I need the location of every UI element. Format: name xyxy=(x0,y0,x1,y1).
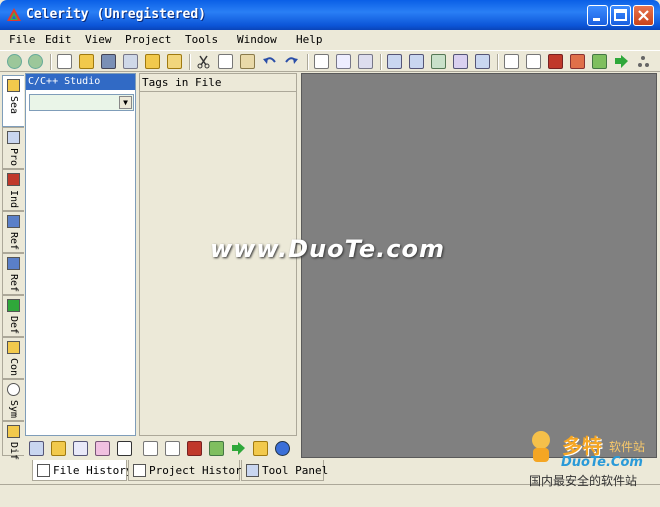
side-tab-definitions[interactable]: Def xyxy=(2,295,24,337)
back-icon[interactable] xyxy=(7,54,22,69)
tags-panel-toolbar xyxy=(139,438,297,458)
mascot-icon xyxy=(532,431,550,462)
menu-help[interactable]: Help xyxy=(296,33,323,46)
menu-project[interactable]: Project xyxy=(125,33,171,46)
go-icon[interactable] xyxy=(614,54,629,69)
menu-edit[interactable]: Edit xyxy=(45,33,72,46)
index-icon xyxy=(7,173,20,186)
paste-icon[interactable] xyxy=(240,54,255,69)
tab-tool-panel[interactable]: Tool Panel xyxy=(241,460,328,481)
close-icon xyxy=(638,10,649,21)
cut-icon[interactable] xyxy=(196,54,211,69)
side-tab-diff[interactable]: Dif xyxy=(2,421,24,460)
tag-folder-icon[interactable] xyxy=(253,441,268,456)
chevron-down-icon[interactable]: ▼ xyxy=(119,96,132,109)
definitions-icon xyxy=(7,299,20,312)
side-tab-search[interactable]: Sea xyxy=(2,75,24,127)
tool-panel-icon xyxy=(246,464,259,477)
references-icon xyxy=(7,257,20,270)
maximize-button[interactable] xyxy=(610,5,631,26)
references-icon xyxy=(7,215,20,228)
side-tab-index[interactable]: Ind xyxy=(2,169,24,211)
windows-icon[interactable] xyxy=(117,441,132,456)
project-history-icon xyxy=(133,464,146,477)
files-icon[interactable] xyxy=(73,441,88,456)
info-icon[interactable] xyxy=(275,441,290,456)
menu-bar: File Edit View Project Tools Window Help xyxy=(0,30,660,50)
tag-go-icon[interactable] xyxy=(231,441,246,456)
forward-icon[interactable] xyxy=(28,54,43,69)
magnifier-icon xyxy=(7,383,20,396)
context-icon xyxy=(7,341,20,354)
cube-icon[interactable] xyxy=(548,54,563,69)
tags-panel-header: Tags in File xyxy=(140,74,296,92)
menu-file[interactable]: File xyxy=(9,33,36,46)
search-folder-icon xyxy=(7,79,20,92)
close-button[interactable] xyxy=(633,5,654,26)
tag-symbol-icon[interactable] xyxy=(209,441,224,456)
site-logo: 多特 软件站 DuoTe.Com 国内最安全的软件站 xyxy=(525,428,655,490)
file-history-icon xyxy=(37,464,50,477)
title-bar: Celerity (Unregistered) xyxy=(0,0,660,30)
save-icon[interactable] xyxy=(101,54,116,69)
compile-icon[interactable] xyxy=(431,54,446,69)
project-combo[interactable]: ▼ xyxy=(29,94,134,111)
main-toolbar xyxy=(0,50,660,72)
build-icon[interactable] xyxy=(387,54,402,69)
project-panel-toolbar xyxy=(25,438,137,458)
menu-tools[interactable]: Tools xyxy=(185,33,218,46)
tree-icon[interactable] xyxy=(29,441,44,456)
tab-file-history[interactable]: File History xyxy=(32,460,132,481)
watermark-text: www.DuoTe.com xyxy=(210,235,445,263)
maximize-icon xyxy=(614,9,627,21)
side-tab-project[interactable]: Pro xyxy=(2,127,24,169)
class-icon[interactable] xyxy=(95,441,110,456)
side-tab-strip: Sea Pro Ind Ref Ref Def Con Sym Dif xyxy=(2,73,24,460)
side-tab-symbols[interactable]: Sym xyxy=(2,379,24,421)
dots-icon[interactable] xyxy=(636,54,651,69)
undo-icon[interactable] xyxy=(262,54,277,69)
tab-project-history[interactable]: Project History xyxy=(128,460,248,481)
diff-icon xyxy=(7,425,20,438)
new-file-icon[interactable] xyxy=(57,54,72,69)
rebuild-icon[interactable] xyxy=(409,54,424,69)
app-icon xyxy=(7,8,21,21)
new-tag-icon[interactable] xyxy=(143,441,158,456)
window-title: Celerity (Unregistered) xyxy=(26,7,207,22)
documents-icon[interactable] xyxy=(336,54,351,69)
link-icon[interactable] xyxy=(453,54,468,69)
folder-icon[interactable] xyxy=(51,441,66,456)
project-panel: C/C++ Studio ▼ xyxy=(25,73,136,436)
side-tab-references[interactable]: Ref xyxy=(2,211,24,253)
file-compare-icon[interactable] xyxy=(526,54,541,69)
side-tab-context[interactable]: Con xyxy=(2,337,24,379)
open-folder-icon[interactable] xyxy=(79,54,94,69)
copy-icon[interactable] xyxy=(218,54,233,69)
tag-cube-icon[interactable] xyxy=(187,441,202,456)
document-list-icon[interactable] xyxy=(358,54,373,69)
menu-view[interactable]: View xyxy=(85,33,112,46)
minimize-icon xyxy=(593,18,600,21)
run-icon[interactable] xyxy=(475,54,490,69)
symbol-icon[interactable] xyxy=(592,54,607,69)
file-copy-icon[interactable] xyxy=(504,54,519,69)
side-tab-references-2[interactable]: Ref xyxy=(2,253,24,295)
minimize-button[interactable] xyxy=(587,5,608,26)
tag-list-icon[interactable] xyxy=(165,441,180,456)
editor-area[interactable] xyxy=(301,73,657,458)
save-all-icon[interactable] xyxy=(123,54,138,69)
close-project-icon[interactable] xyxy=(167,54,182,69)
redo-icon[interactable] xyxy=(284,54,299,69)
project-panel-header: C/C++ Studio xyxy=(26,74,135,90)
menu-window[interactable]: Window xyxy=(237,33,277,46)
bottom-tab-bar: File History Project History Tool Panel xyxy=(24,460,328,482)
open-project-icon[interactable] xyxy=(145,54,160,69)
project-icon xyxy=(7,131,20,144)
tag-icon[interactable] xyxy=(570,54,585,69)
document-icon[interactable] xyxy=(314,54,329,69)
